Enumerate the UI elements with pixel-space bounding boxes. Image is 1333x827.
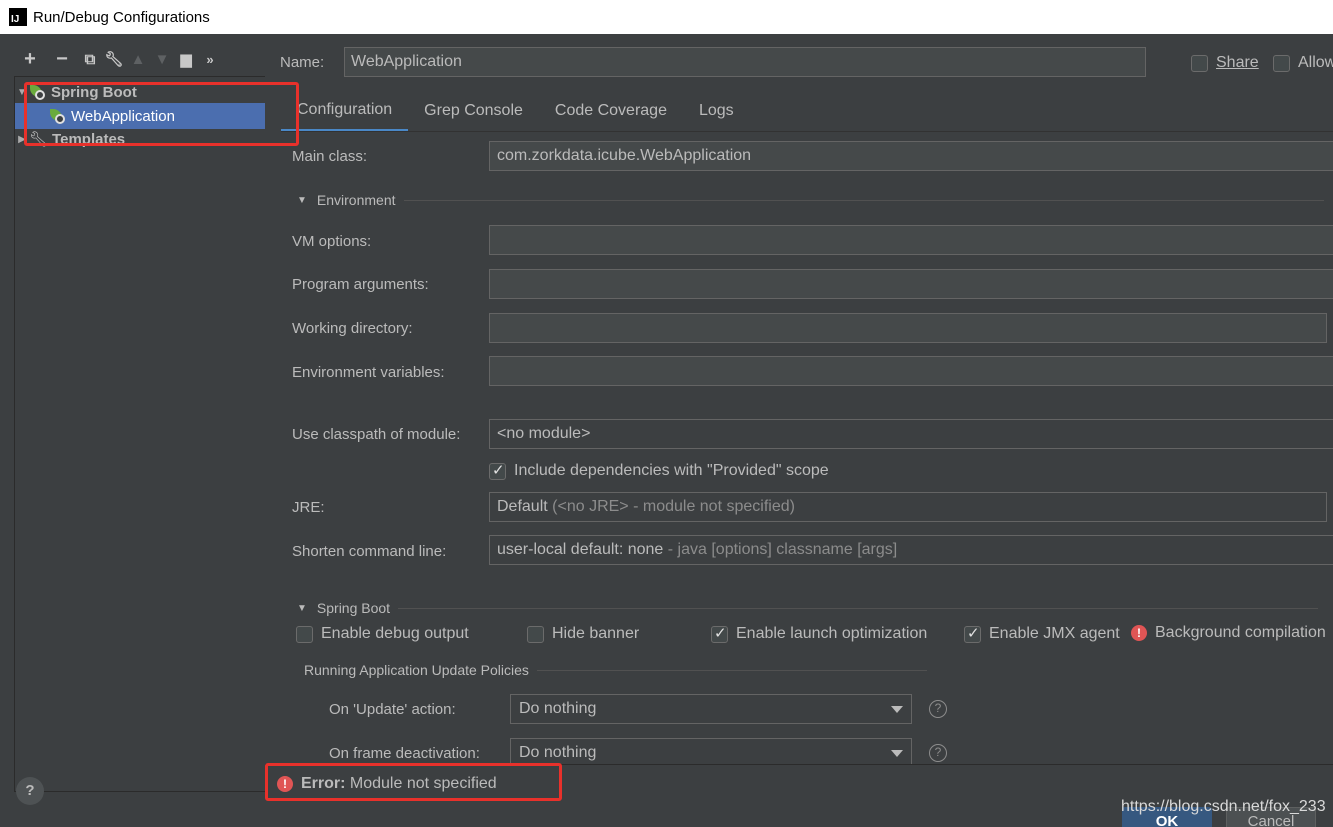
section-expand-icon[interactable]: ▼ xyxy=(297,603,307,614)
launch-optimization-checkbox[interactable]: Enable launch optimization xyxy=(711,624,928,643)
help-icon[interactable]: ? xyxy=(929,744,947,762)
share-checkbox[interactable]: Share xyxy=(1191,54,1259,72)
help-button[interactable]: ? xyxy=(16,777,44,805)
allow-checkbox[interactable]: Allow xyxy=(1273,54,1333,72)
section-divider xyxy=(398,607,1319,609)
classpath-select[interactable]: <no module> xyxy=(489,419,1333,449)
shorten-cmd-label: Shorten command line: xyxy=(292,543,447,560)
configurations-sidebar: + − ⧉ 🔧︎ ▲ ▼ ▆ » ▼ Spring Boot WebApplic… xyxy=(0,34,265,827)
environment-section-label: Environment xyxy=(316,192,396,208)
jmx-agent-label: Enable JMX agent xyxy=(989,625,1120,642)
highlight-box-error xyxy=(265,763,562,801)
sidebar-toolbar: + − ⧉ 🔧︎ ▲ ▼ ▆ » xyxy=(14,46,222,72)
working-dir-input[interactable] xyxy=(489,313,1327,343)
name-input[interactable]: WebApplication xyxy=(344,47,1146,77)
frame-deactivation-select[interactable]: Do nothing xyxy=(510,738,912,764)
include-deps-label: Include dependencies with "Provided" sco… xyxy=(514,462,829,479)
section-divider xyxy=(536,669,927,671)
shorten-cmd-value: user-local default: none xyxy=(497,541,664,558)
config-tabs: Configuration Grep Console Code Coverage… xyxy=(281,90,750,132)
background-compilation-label: Background compilation xyxy=(1155,624,1326,641)
arrow-down-icon[interactable]: ▼ xyxy=(150,46,174,72)
configuration-tree: ▼ Spring Boot WebApplication ▶ 🔧︎ Templa… xyxy=(14,76,265,792)
shorten-cmd-select[interactable]: user-local default: none - java [options… xyxy=(489,535,1333,565)
help-icon[interactable]: ? xyxy=(929,700,947,718)
plus-icon[interactable]: + xyxy=(14,46,46,72)
classpath-label: Use classpath of module: xyxy=(292,426,461,443)
hide-banner-checkbox[interactable]: Hide banner xyxy=(527,625,639,643)
configuration-editor: Name: WebApplication Share Allow Configu… xyxy=(265,34,1333,827)
launch-optimization-checkbox-box[interactable] xyxy=(711,624,728,643)
tab-configuration[interactable]: Configuration xyxy=(281,90,409,132)
update-action-label: On 'Update' action: xyxy=(329,701,456,718)
environment-section[interactable]: ▼ Environment xyxy=(297,192,1324,208)
allow-checkbox-box[interactable] xyxy=(1273,54,1290,72)
dropdown-caret-icon xyxy=(891,706,903,713)
vm-options-label: VM options: xyxy=(292,233,372,250)
share-label: Share xyxy=(1216,54,1259,71)
update-action-select[interactable]: Do nothing xyxy=(510,694,912,724)
include-deps-checkbox-box[interactable] xyxy=(489,461,506,480)
name-label: Name: xyxy=(280,54,325,71)
tab-code-coverage[interactable]: Code Coverage xyxy=(539,90,683,132)
include-deps-checkbox[interactable]: Include dependencies with "Provided" sco… xyxy=(489,461,829,480)
tab-logs[interactable]: Logs xyxy=(683,90,750,132)
section-expand-icon[interactable]: ▼ xyxy=(297,195,307,206)
main-class-input[interactable]: com.zorkdata.icube.WebApplication xyxy=(489,141,1333,171)
launch-optimization-label: Enable launch optimization xyxy=(736,625,928,642)
wrench-icon[interactable]: 🔧︎ xyxy=(102,46,126,72)
program-args-input[interactable] xyxy=(489,269,1333,299)
shorten-cmd-hint: - java [options] classname [args] xyxy=(667,541,898,558)
working-dir-label: Working directory: xyxy=(292,320,413,337)
window-title: Run/Debug Configurations xyxy=(33,8,210,26)
frame-deactivation-value: Do nothing xyxy=(519,744,597,761)
jre-label: JRE: xyxy=(292,499,325,516)
jmx-agent-checkbox-box[interactable] xyxy=(964,624,981,643)
env-vars-label: Environment variables: xyxy=(292,364,445,381)
dropdown-caret-icon xyxy=(891,750,903,757)
allow-label: Allow xyxy=(1298,54,1333,71)
jre-select[interactable]: Default (<no JRE> - module not specified… xyxy=(489,492,1327,522)
spring-boot-section[interactable]: ▼ Spring Boot xyxy=(297,600,1319,616)
copy-icon[interactable]: ⧉ xyxy=(78,46,102,72)
intellij-app-icon: IJ xyxy=(7,6,29,28)
highlight-box-tree xyxy=(24,82,299,146)
arrow-up-icon[interactable]: ▲ xyxy=(126,46,150,72)
jre-value: Default xyxy=(497,498,548,515)
tab-grep-console[interactable]: Grep Console xyxy=(408,90,539,132)
env-vars-input[interactable] xyxy=(489,356,1333,386)
jmx-agent-checkbox[interactable]: Enable JMX agent xyxy=(964,624,1120,643)
folder-add-icon[interactable]: ▆ xyxy=(174,46,198,72)
update-policies-section: Running Application Update Policies xyxy=(304,662,927,678)
jre-hint: (<no JRE> - module not specified) xyxy=(552,498,795,515)
update-action-value: Do nothing xyxy=(519,700,597,717)
more-icon[interactable]: » xyxy=(198,46,222,72)
frame-deactivation-row: On frame deactivation: Do nothing ? xyxy=(265,734,1333,764)
hide-banner-label: Hide banner xyxy=(552,625,640,642)
program-args-label: Program arguments: xyxy=(292,276,429,293)
frame-deactivation-label: On frame deactivation: xyxy=(329,745,480,762)
error-icon: ! xyxy=(1131,625,1147,641)
main-class-label: Main class: xyxy=(292,148,368,165)
debug-output-checkbox-box[interactable] xyxy=(296,625,313,643)
section-divider xyxy=(403,199,1324,201)
debug-output-checkbox[interactable]: Enable debug output xyxy=(296,625,469,643)
watermark: https://blog.csdn.net/fox_233 xyxy=(1121,798,1326,815)
background-compilation-warning: ! Background compilation xyxy=(1131,624,1326,642)
minus-icon[interactable]: − xyxy=(46,46,78,72)
vm-options-input[interactable] xyxy=(489,225,1333,255)
spring-boot-section-label: Spring Boot xyxy=(316,600,391,616)
share-checkbox-box[interactable] xyxy=(1191,54,1208,72)
window-titlebar: IJ Run/Debug Configurations xyxy=(0,0,1333,34)
hide-banner-checkbox-box[interactable] xyxy=(527,625,544,643)
debug-output-label: Enable debug output xyxy=(321,625,469,642)
tabs-divider xyxy=(281,131,1333,132)
update-policies-label: Running Application Update Policies xyxy=(304,662,529,678)
